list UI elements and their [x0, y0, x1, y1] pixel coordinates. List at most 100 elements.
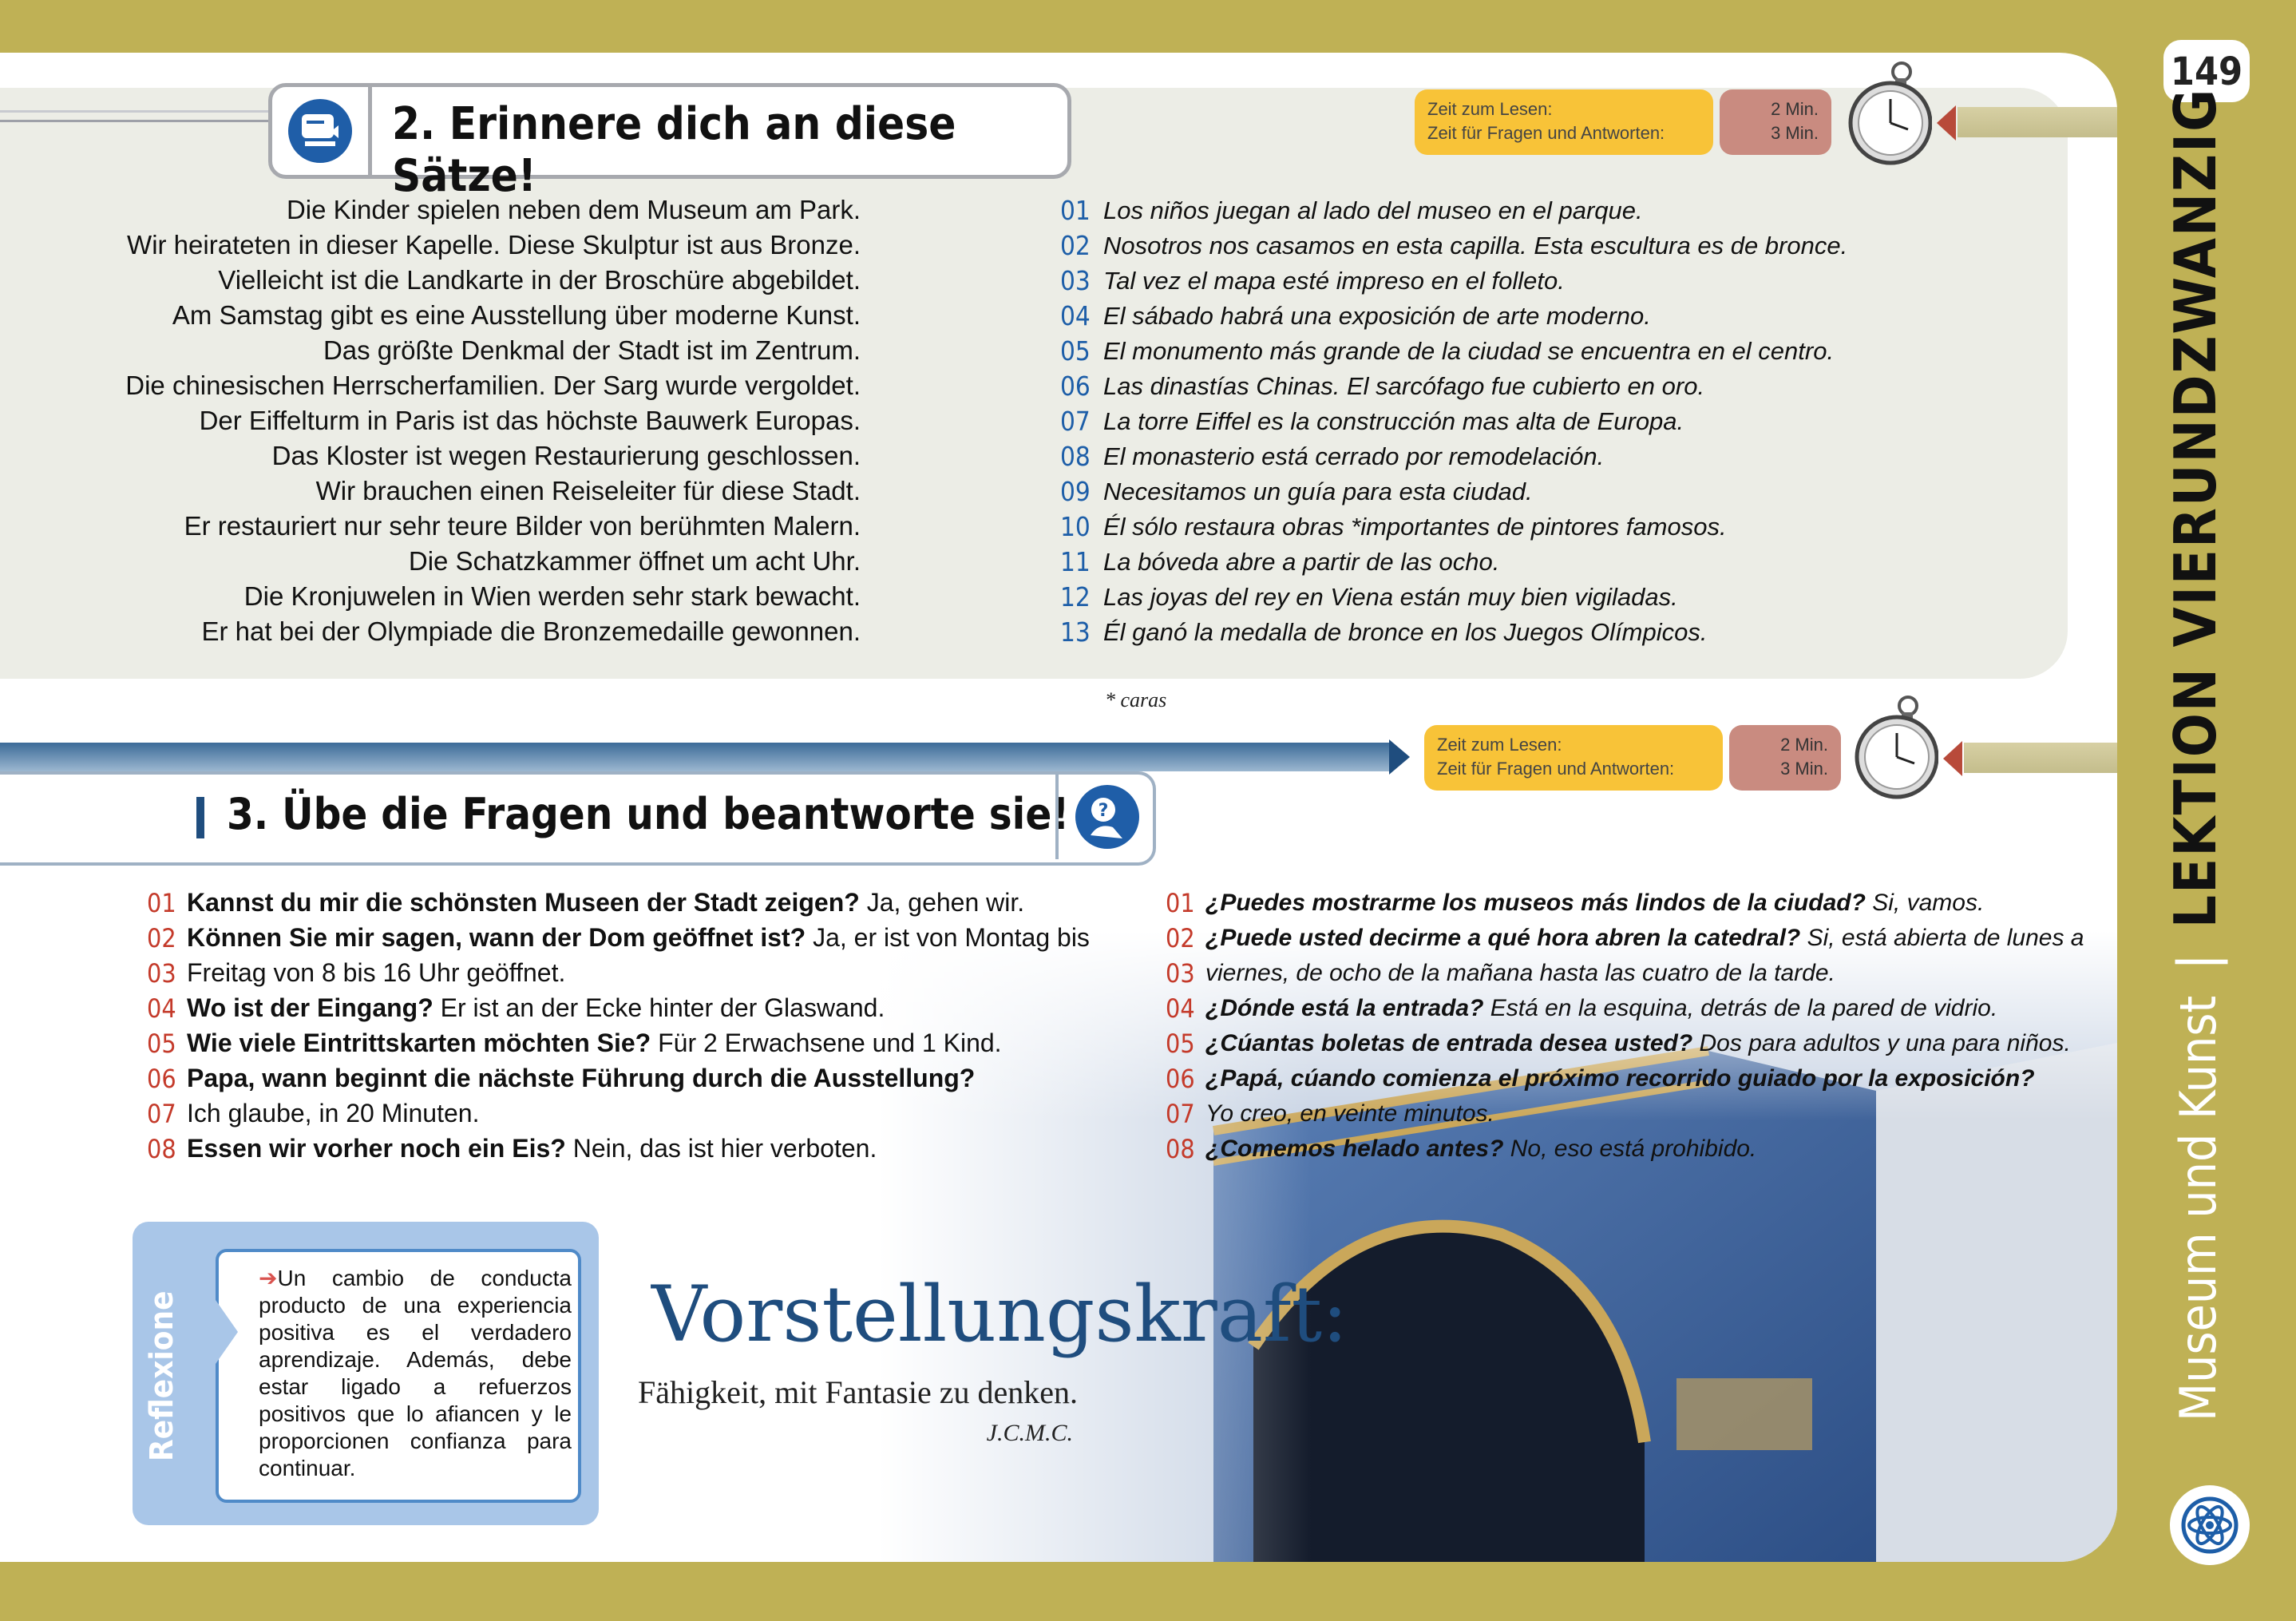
section-3-header: 3. Übe die Fragen und beantworte sie! ?: [0, 771, 1156, 866]
quote-definition: Fähigkeit, mit Fantasie zu denken.: [638, 1374, 1078, 1410]
lesson-title: LEKTION VIERUNDZWANZIG: [2162, 87, 2229, 929]
question-line: ¿Dónde está la entrada? Está en la esqui…: [1205, 995, 1997, 1022]
reflexion-card: ➔Un cambio de conducta producto de una e…: [216, 1249, 581, 1503]
question-line: Essen wir vorher noch ein Eis? Nein, das…: [187, 1134, 877, 1163]
sentence-de: Das Kloster ist wegen Restaurierung gesc…: [271, 441, 861, 470]
header-rule: [0, 120, 271, 122]
stopwatch-icon: [1848, 61, 1932, 165]
question-text: Wie viele Eintrittskarten möchten Sie?: [187, 1028, 651, 1057]
header-rule: [0, 110, 271, 113]
question-number: 07: [1166, 1099, 1195, 1129]
question-number: 04: [1166, 993, 1195, 1024]
sentence-number: 01: [1060, 195, 1091, 226]
answer-text: Dos para adultos y una para niños.: [1692, 1030, 2071, 1056]
question-line: Können Sie mir sagen, wann der Dom geöff…: [187, 923, 1090, 953]
question-text: ¿Papá, cúando comienza el próximo recorr…: [1205, 1065, 2035, 1092]
sentence-es: Los niños juegan al lado del museo en el…: [1103, 196, 1643, 224]
sentence-de: Wir brauchen einen Reiseleiter für diese…: [315, 476, 861, 505]
question-number: 01: [147, 888, 176, 918]
sentence-de: Wir heirateten in dieser Kapelle. Diese …: [127, 230, 861, 260]
sentence-es: Tal vez el mapa esté impreso en el folle…: [1103, 267, 1565, 295]
sentence-es: El monasterio está cerrado por remodelac…: [1103, 442, 1605, 470]
answer-text: Für 2 Erwachsene und 1 Kind.: [651, 1028, 1002, 1057]
question-number: 05: [147, 1028, 176, 1059]
question-line: ¿Puede usted decirme a qué hora abren la…: [1205, 925, 2084, 952]
question-text: Können Sie mir sagen, wann der Dom geöff…: [187, 923, 806, 952]
question-number: 08: [1166, 1134, 1195, 1164]
stopwatch-icon: [1855, 696, 1938, 799]
read-time-value: 2 Min.: [1771, 99, 1819, 119]
qa-time-label: Zeit für Fragen und Antworten:: [1427, 123, 1665, 143]
svg-text:?: ?: [1099, 801, 1109, 821]
question-number: 05: [1166, 1028, 1195, 1059]
answer-text: Yo creo, en veinte minutos.: [1205, 1100, 1494, 1127]
question-text: ¿Cúantas boletas de entrada desea usted?: [1205, 1030, 1693, 1056]
sentence-de: Das größte Denkmal der Stadt ist im Zent…: [323, 335, 861, 365]
question-number: 04: [147, 993, 176, 1024]
read-time-value: 2 Min.: [1780, 735, 1828, 755]
sentence-es: Nosotros nos casamos en esta capilla. Es…: [1103, 232, 1848, 260]
question-line: Papa, wann beginnt die nächste Führung d…: [187, 1064, 975, 1093]
answer-text: Ja, er ist von Montag bis: [806, 923, 1090, 952]
arrow-bullet-icon: ➔: [259, 1266, 278, 1290]
sentence-number: 12: [1060, 581, 1091, 612]
question-number: 06: [1166, 1064, 1195, 1094]
question-text: ¿Puedes mostrarme los museos más lindos …: [1205, 890, 1866, 916]
question-line: viernes, de ocho de la mañana hasta las …: [1205, 960, 1835, 987]
sentence-es: La torre Eiffel es la construcción mas a…: [1103, 407, 1684, 435]
sentence-de: Vielleicht ist die Landkarte in der Bros…: [218, 265, 861, 295]
answer-text: Er ist an der Ecke hinter der Glaswand.: [433, 993, 885, 1022]
qa-time-value: 3 Min.: [1780, 759, 1828, 779]
answer-text: Ja, gehen wir.: [859, 888, 1025, 917]
timer-stripe: [1964, 743, 2117, 773]
question-text: Essen wir vorher noch ein Eis?: [187, 1134, 566, 1163]
reflexion-box: Reflexione ➔Un cambio de conducta produc…: [133, 1222, 599, 1525]
reading-time-box: Zeit zum Lesen: Zeit für Fragen und Antw…: [1424, 725, 1723, 791]
question-number: 03: [147, 958, 176, 989]
question-line: ¿Cúantas boletas de entrada desea usted?…: [1205, 1030, 2071, 1057]
time-values-box: 2 Min. 3 Min.: [1720, 89, 1831, 155]
sentence-de: Die Kinder spielen neben dem Museum am P…: [286, 195, 861, 224]
timer-stripe: [1958, 107, 2117, 137]
read-time-label: Zeit zum Lesen:: [1437, 735, 1562, 755]
sentence-es: El monumento más grande de la ciudad se …: [1103, 337, 1835, 365]
question-line: ¿Comemos helado antes? No, eso está proh…: [1205, 1135, 1756, 1163]
listen-speak-icon: [272, 87, 372, 175]
quote-word: Vorstellungskraft:: [651, 1270, 1348, 1359]
sentence-es: Las joyas del rey en Viena están muy bie…: [1103, 583, 1678, 611]
answer-text: Freitag von 8 bis 16 Uhr geöffnet.: [187, 958, 566, 987]
answer-text: Está en la esquina, detrás de la pared d…: [1483, 995, 1998, 1021]
sentence-de: Der Eiffelturm in Paris ist das höchste …: [199, 406, 861, 435]
section-3-title: 3. Übe die Fragen und beantworte sie!: [227, 789, 1070, 839]
footnote: * caras: [1105, 688, 1167, 711]
question-line: Freitag von 8 bis 16 Uhr geöffnet.: [187, 958, 565, 988]
question-number: 01: [1166, 888, 1195, 918]
sentence-number: 11: [1060, 546, 1091, 577]
sentence-es: Las dinastías Chinas. El sarcófago fue c…: [1103, 372, 1705, 400]
answer-text: Nein, das ist hier verboten.: [565, 1134, 877, 1163]
question-text: ¿Comemos helado antes?: [1205, 1135, 1504, 1162]
sentence-de: Die chinesischen Herrscherfamilien. Der …: [125, 371, 861, 400]
reflexion-notch: [216, 1300, 238, 1364]
brain-icon: [2170, 1485, 2250, 1565]
sentence-de: Am Samstag gibt es eine Ausstellung über…: [172, 300, 861, 330]
reflexion-label: Reflexione: [144, 1290, 180, 1461]
question-text: Papa, wann beginnt die nächste Führung d…: [187, 1064, 976, 1092]
answer-text: Si, vamos.: [1865, 890, 1985, 916]
sentence-number: 02: [1060, 230, 1091, 261]
sentence-es: Él ganó la medalla de bronce en los Jueg…: [1103, 618, 1708, 646]
question-number: 02: [147, 923, 176, 953]
question-line: Ich glaube, in 20 Minuten.: [187, 1099, 479, 1128]
question-number: 06: [147, 1064, 176, 1094]
sentence-de: Die Schatzkammer öffnet um acht Uhr.: [408, 546, 861, 576]
sentence-de: Er restauriert nur sehr teure Bilder von…: [184, 511, 861, 541]
answer-text: Si, está abierta de lunes a: [1800, 925, 2084, 951]
read-time-label: Zeit zum Lesen:: [1427, 99, 1553, 119]
question-number: 07: [147, 1099, 176, 1129]
sentence-number: 07: [1060, 406, 1091, 437]
sentence-es: Él sólo restaura obras *importantes de p…: [1103, 513, 1727, 541]
question-line: Wie viele Eintrittskarten möchten Sie? F…: [187, 1028, 1002, 1058]
section-2-title: 2. Erinnere dich an diese Sätze!: [392, 98, 956, 202]
topic-label: Museum und Kunst: [2169, 995, 2227, 1421]
reading-time-box: Zeit zum Lesen: Zeit für Fragen und Antw…: [1415, 89, 1713, 155]
